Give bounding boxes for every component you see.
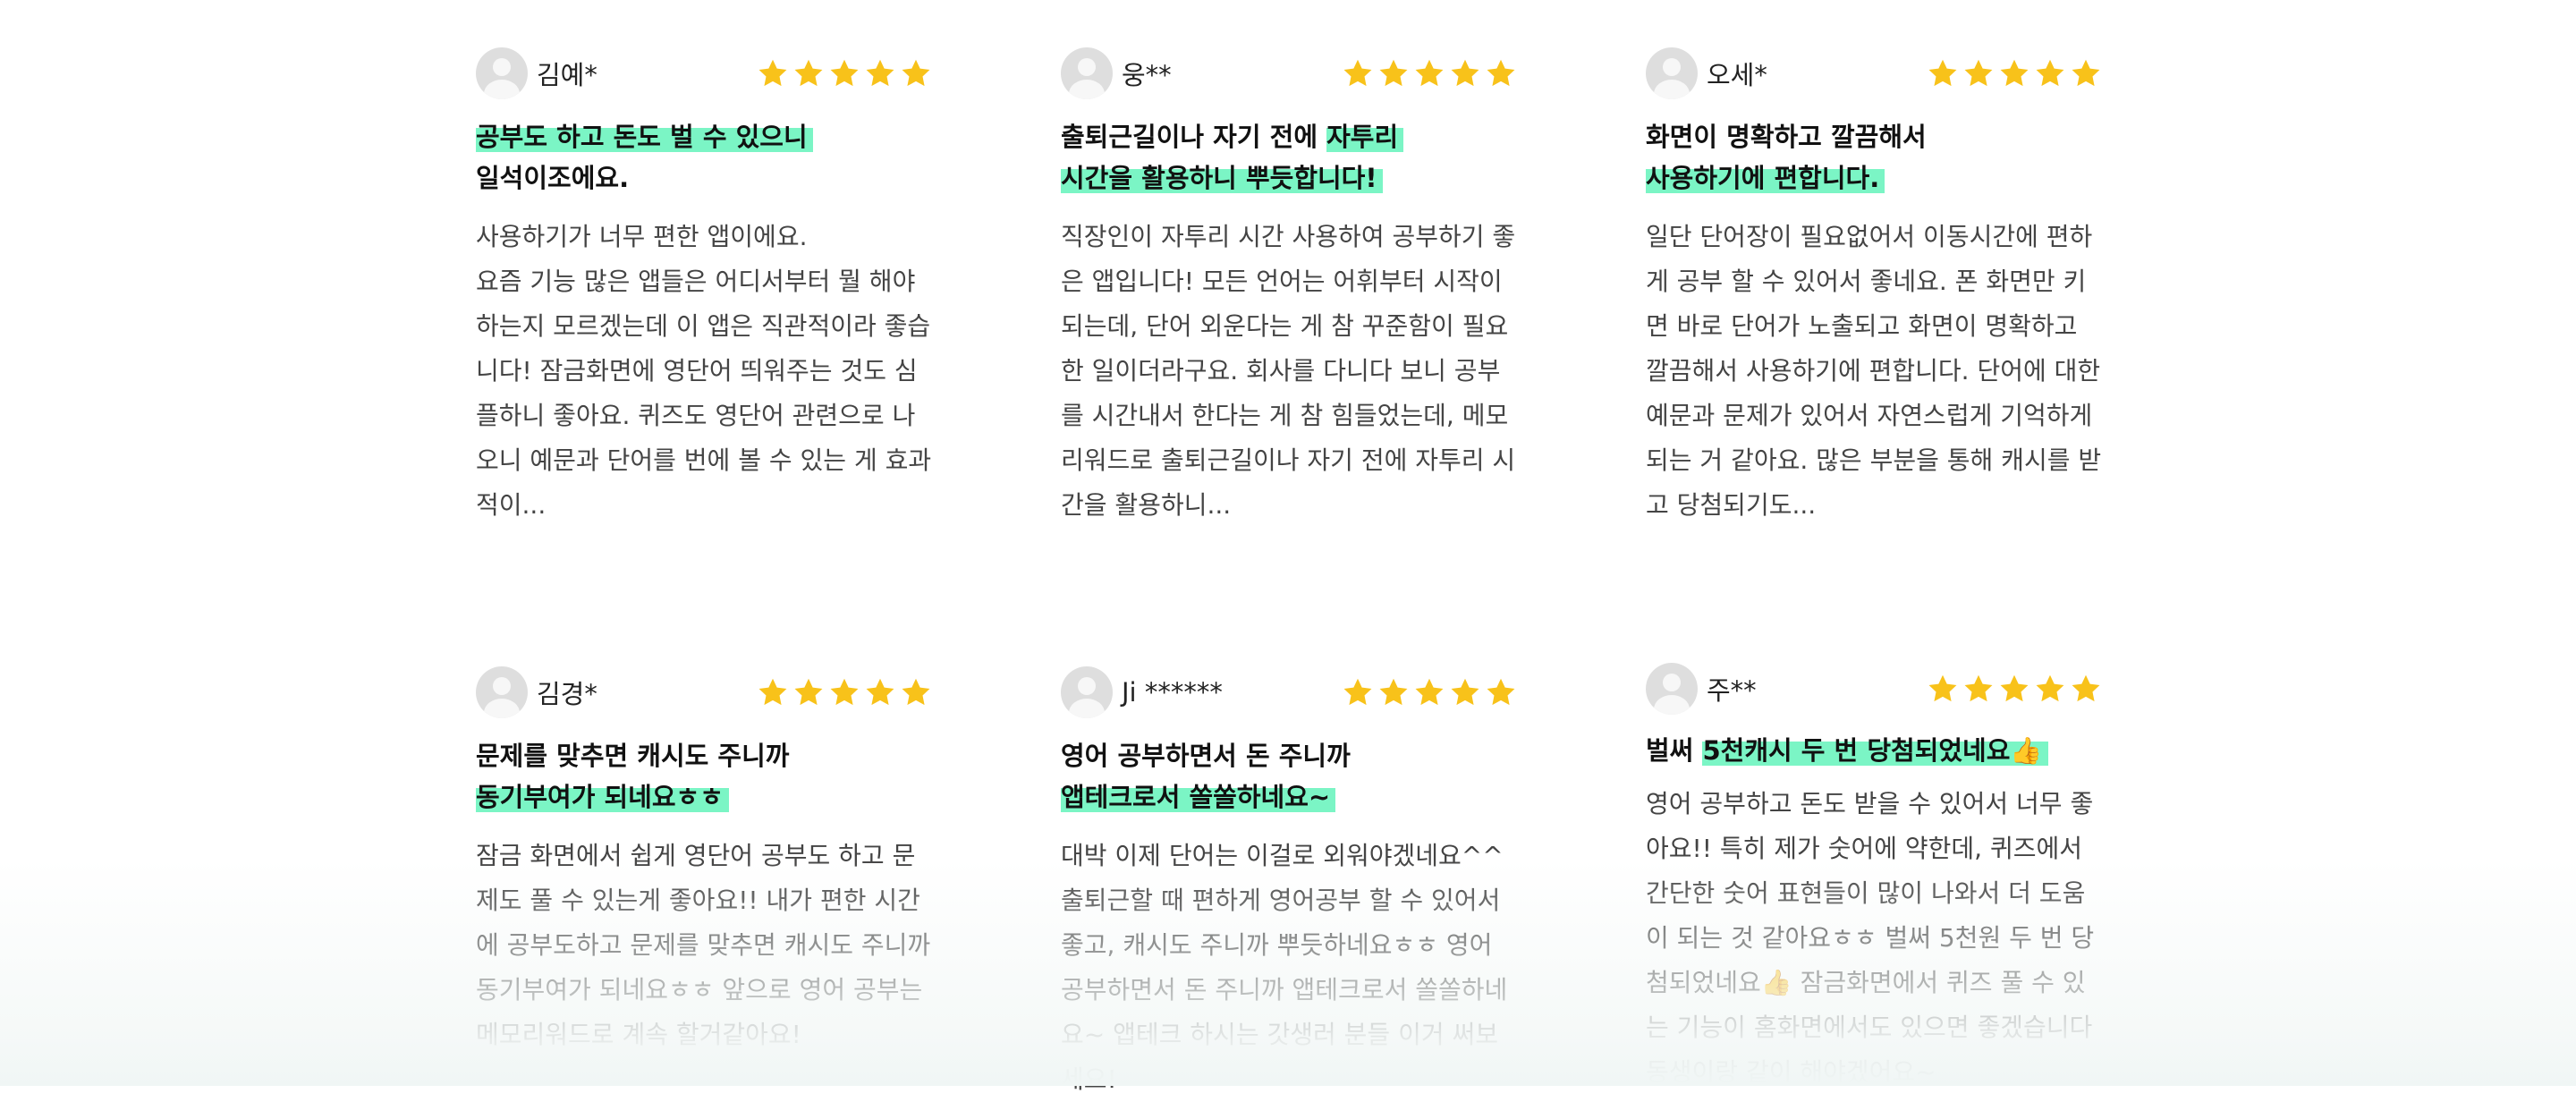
star-icon: [902, 678, 930, 706]
review-card: 김경* 문제를 맞추면 캐시도 주니까 동기부여가 되네요ㅎㅎ 잠금 화면에서 …: [476, 664, 932, 1057]
review-title: 화면이 명확하고 깔끔해서 사용하기에 편합니다.: [1646, 116, 2102, 199]
star-icon: [758, 59, 787, 87]
review-title-line: 화면이 명확하고 깔끔해서: [1646, 122, 1927, 152]
star-rating: [1927, 57, 2102, 89]
review-body: 직장인이 자투리 시간 사용하여 공부하기 좋은 앱입니다! 모든 언어는 어휘…: [1061, 222, 1516, 520]
star-icon: [2000, 674, 2029, 702]
reviewer-name: 김예*: [537, 60, 597, 90]
star-icon: [1487, 59, 1515, 87]
reviewer: 주**: [1646, 663, 1757, 715]
star-icon: [1928, 59, 1957, 87]
star-rating: [1342, 676, 1517, 708]
star-icon: [866, 59, 894, 87]
review-title-highlight: 5천캐시 두 번 당첨되었네요👍: [1702, 735, 2048, 766]
review-title-line: 일석이조에요.: [476, 163, 630, 193]
review-body: 잠금 화면에서 쉽게 영단어 공부도 하고 문제도 풀 수 있는게 좋아요!! …: [476, 841, 931, 1049]
review-card: 김예* 공부도 하고 돈도 벌 수 있으니 일석이조에요. 사용하기가 너무 편…: [476, 45, 932, 528]
star-icon: [1415, 678, 1444, 706]
star-icon: [1451, 678, 1479, 706]
review-title-highlight: 시간을 활용하니 뿌듯합니다!: [1061, 163, 1383, 193]
review-header: Ji ******: [1061, 664, 1517, 721]
review-header: 주**: [1646, 660, 2102, 717]
avatar: [1646, 663, 1698, 715]
star-icon: [2072, 59, 2100, 87]
star-icon: [1343, 678, 1372, 706]
star-rating: [1927, 673, 2102, 705]
review-title: 출퇴근길이나 자기 전에 자투리 시간을 활용하니 뿌듯합니다!: [1061, 116, 1517, 199]
review-card: 오세* 화면이 명확하고 깔끔해서 사용하기에 편합니다. 일단 단어장이 필요…: [1646, 45, 2102, 528]
star-rating: [1342, 57, 1517, 89]
reviewer: 오세*: [1646, 47, 1767, 99]
review-title: 영어 공부하면서 돈 주니까 앱테크로서 쏠쏠하네요~: [1061, 735, 1517, 818]
reviewer-name: Ji ******: [1122, 677, 1223, 708]
review-card: 웅** 출퇴근길이나 자기 전에 자투리 시간을 활용하니 뿌듯합니다! 직장인…: [1061, 45, 1517, 528]
review-header: 오세*: [1646, 45, 2102, 102]
review-card: 주** 벌써 5천캐시 두 번 당첨되었네요👍 영어 공부하고 돈도 받을 수 …: [1646, 660, 2102, 1095]
review-body: 대박 이제 단어는 이걸로 외워야겠네요^^ 출퇴근할 때 편하게 영어공부 할…: [1061, 841, 1508, 1094]
star-icon: [758, 678, 787, 706]
avatar: [476, 666, 528, 718]
review-title-highlight: 자투리: [1326, 122, 1404, 152]
reviewer-name: 오세*: [1707, 60, 1767, 90]
star-rating: [757, 676, 932, 708]
star-icon: [866, 678, 894, 706]
review-title-highlight: 사용하기에 편합니다.: [1646, 163, 1885, 193]
star-icon: [1343, 59, 1372, 87]
review-title-line: 영어 공부하면서 돈 주니까: [1061, 741, 1351, 771]
review-grid: 김예* 공부도 하고 돈도 벌 수 있으니 일석이조에요. 사용하기가 너무 편…: [0, 0, 2576, 1094]
review-title: 벌써 5천캐시 두 번 당첨되었네요👍: [1646, 730, 2102, 771]
reviewer-name: 김경*: [537, 679, 597, 709]
star-rating: [757, 57, 932, 89]
review-header: 김예*: [476, 45, 932, 102]
reviewer-name: 웅**: [1122, 60, 1172, 90]
star-icon: [1451, 59, 1479, 87]
review-card: Ji ****** 영어 공부하면서 돈 주니까 앱테크로서 쏠쏠하네요~ 대박…: [1061, 664, 1517, 1102]
star-icon: [830, 59, 859, 87]
star-icon: [1379, 59, 1408, 87]
star-icon: [2072, 674, 2100, 702]
star-icon: [1487, 678, 1515, 706]
star-icon: [2036, 674, 2064, 702]
star-icon: [1964, 674, 1993, 702]
star-icon: [1928, 674, 1957, 702]
avatar: [1061, 666, 1113, 718]
reviewer-name: 주**: [1707, 675, 1757, 706]
review-body: 영어 공부하고 돈도 받을 수 있어서 너무 좋아요!! 특히 제가 숫어에 약…: [1646, 789, 2095, 1087]
reviewer: Ji ******: [1061, 666, 1223, 718]
review-body: 일단 단어장이 필요없어서 이동시간에 편하게 공부 할 수 있어서 좋네요. …: [1646, 222, 2102, 520]
avatar: [1646, 47, 1698, 99]
star-icon: [830, 678, 859, 706]
star-icon: [794, 59, 823, 87]
star-icon: [2000, 59, 2029, 87]
review-title-text: 벌써: [1646, 735, 1703, 766]
review-header: 웅**: [1061, 45, 1517, 102]
review-title-highlight: 공부도 하고 돈도 벌 수 있으니: [476, 122, 813, 152]
review-title: 공부도 하고 돈도 벌 수 있으니 일석이조에요.: [476, 116, 932, 199]
reviewer: 김경*: [476, 666, 597, 718]
review-title: 문제를 맞추면 캐시도 주니까 동기부여가 되네요ㅎㅎ: [476, 735, 932, 818]
avatar: [476, 47, 528, 99]
reviewer: 웅**: [1061, 47, 1172, 99]
review-title-highlight: 앱테크로서 쏠쏠하네요~: [1061, 782, 1336, 812]
star-icon: [1379, 678, 1408, 706]
review-body: 사용하기가 너무 편한 앱이에요. 요즘 기능 많은 앱들은 어디서부터 뭘 해…: [476, 222, 932, 520]
star-icon: [1415, 59, 1444, 87]
star-icon: [794, 678, 823, 706]
star-icon: [902, 59, 930, 87]
star-icon: [1964, 59, 1993, 87]
review-title-highlight: 동기부여가 되네요ㅎㅎ: [476, 782, 729, 812]
review-title-text: 출퇴근길이나 자기 전에: [1061, 122, 1327, 152]
avatar: [1061, 47, 1113, 99]
review-header: 김경*: [476, 664, 932, 721]
review-title-line: 문제를 맞추면 캐시도 주니까: [476, 741, 790, 771]
star-icon: [2036, 59, 2064, 87]
reviewer: 김예*: [476, 47, 597, 99]
